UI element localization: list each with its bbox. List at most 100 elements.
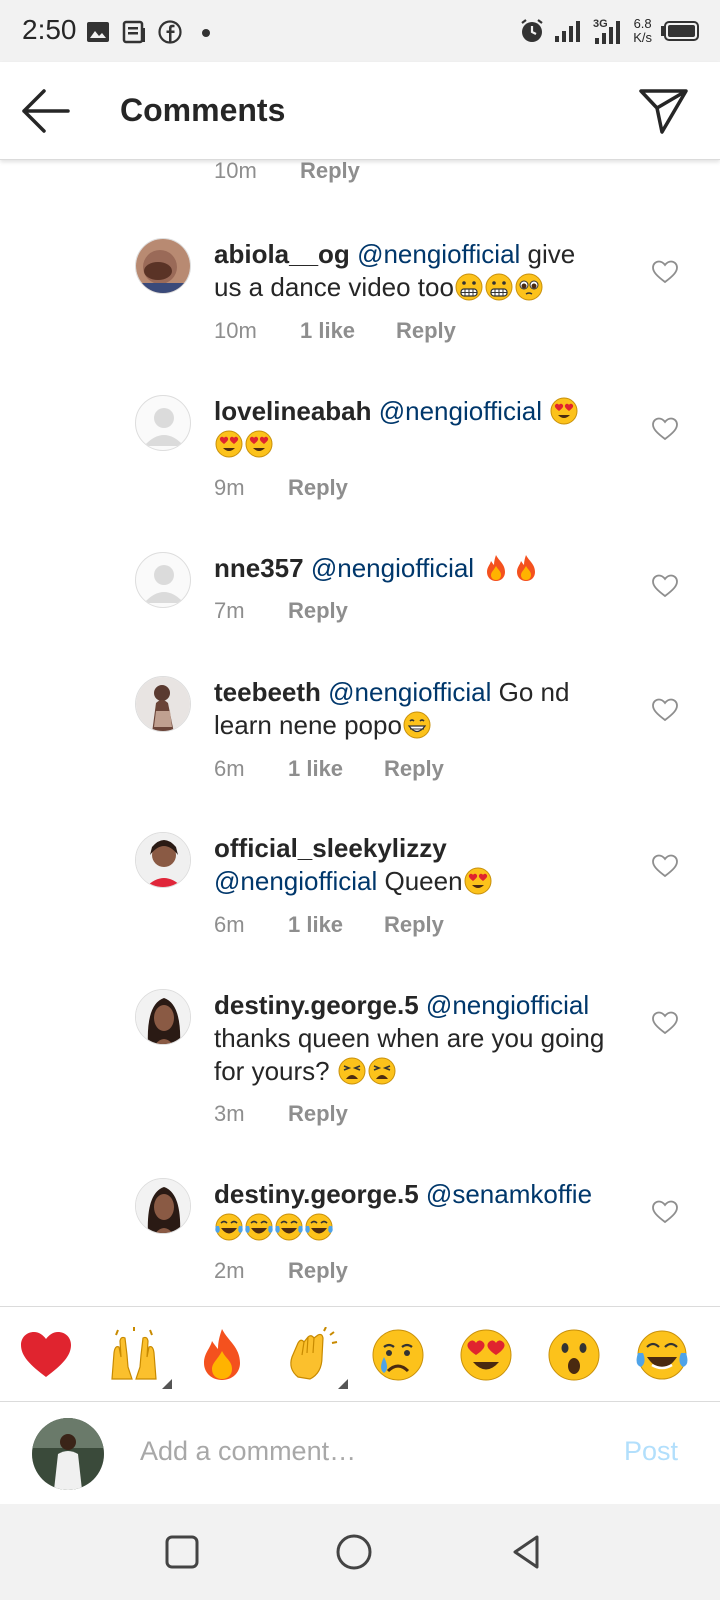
heart-eyes-face-icon [215,430,243,458]
reply-button[interactable]: Reply [288,598,348,624]
heart-outline-icon[interactable] [652,1200,678,1224]
comment-username[interactable]: official_sleekylizzy [214,833,447,863]
page-title: Comments [120,92,286,128]
comment-meta-partial: 10m Reply [214,160,360,184]
fire-icon[interactable] [194,1327,250,1383]
tears-of-joy-icon [245,1213,273,1241]
news-icon [122,20,145,44]
raised-hands-reaction[interactable] [106,1327,172,1389]
weary-face-icon [338,1057,366,1085]
svg-text:3G: 3G [593,18,608,30]
more-indicator [338,1379,348,1389]
system-icons: 3G 6.8 K/s [519,14,700,48]
avatar[interactable] [135,676,191,732]
comment-mention[interactable]: @nengiofficial [214,866,377,896]
avatar[interactable] [135,552,191,608]
reply-button[interactable]: Reply [300,160,360,184]
comment-time: 10m [214,318,257,343]
comment-mention[interactable]: @nengiofficial [426,990,589,1020]
heart-outline-icon[interactable] [652,1011,678,1035]
status-time: 2:50 [22,14,77,45]
heart-outline-icon[interactable] [652,417,678,441]
fire-icon [487,555,506,581]
comment-text: destiny.george.5 @senamkoffie [214,1178,609,1244]
weary-face-icon [368,1057,396,1085]
dot-icon [202,29,210,37]
comment-username[interactable]: teebeeth [214,677,321,707]
alarm-icon [521,19,543,42]
comment-time: 7m [214,598,245,623]
reply-button[interactable]: Reply [288,475,348,501]
comment-meta: 6m 1 like Reply [214,912,444,938]
clapping-hands-reaction[interactable] [282,1326,348,1389]
heart-eyes-face-icon [464,867,492,895]
likes-count[interactable]: 1 like [300,318,396,344]
tears-of-joy-icon[interactable] [634,1327,690,1383]
system-nav-bar [0,1504,720,1600]
battery-icon [661,21,699,41]
reply-button[interactable]: Reply [384,756,444,782]
comments-list[interactable]: 10m Reply abiola__og @nengiofficial give… [0,160,720,1306]
comment-username[interactable]: lovelineabah [214,396,372,426]
speed-value: 6.8 [633,16,652,31]
raised-hands-icon [111,1327,157,1380]
heart-eyes-face-icon [245,430,273,458]
grimacing-face-icon [485,273,513,301]
comment-username[interactable]: abiola__og [214,239,350,269]
comment-composer: Post [0,1402,720,1504]
heart-outline-icon[interactable] [652,854,678,878]
comment-username[interactable]: destiny.george.5 [214,990,419,1020]
avatar[interactable] [135,989,191,1045]
gallery-icon [87,22,109,42]
clapping-hands-icon [290,1326,338,1380]
comment-text: destiny.george.5 @nengiofficial thanks q… [214,989,609,1088]
more-indicator [162,1379,172,1389]
reply-button[interactable]: Reply [288,1101,348,1127]
post-button[interactable]: Post [624,1436,678,1467]
heart-outline-icon[interactable] [652,698,678,722]
astonished-face-icon[interactable] [546,1327,602,1383]
comment-body [474,553,481,583]
heart-eyes-face-icon[interactable] [458,1327,514,1383]
comment-mention[interactable]: @nengiofficial [357,239,520,269]
comment-username[interactable]: destiny.george.5 [214,1179,419,1209]
red-heart-icon[interactable] [18,1327,74,1383]
home-icon[interactable] [334,1532,374,1572]
reply-button[interactable]: Reply [396,318,456,344]
likes-count[interactable]: 1 like [288,912,384,938]
reply-button[interactable]: Reply [384,912,444,938]
fire-icon [517,555,536,581]
comment-mention[interactable]: @nengiofficial [379,396,542,426]
comment-text: official_sleekylizzy @nengiofficial Quee… [214,832,609,898]
comment-input[interactable] [140,1428,580,1474]
reply-button[interactable]: Reply [288,1258,348,1284]
direct-send-icon[interactable] [638,86,690,136]
comment-meta: 3m Reply [214,1101,348,1127]
comment-meta: 9m Reply [214,475,348,501]
grimacing-face-icon [455,273,483,301]
user-avatar[interactable] [32,1418,104,1490]
recent-apps-icon[interactable] [162,1532,202,1572]
crying-face-icon[interactable] [370,1327,426,1383]
comment-mention[interactable]: @senamkoffie [426,1179,592,1209]
avatar[interactable] [135,395,191,451]
avatar[interactable] [135,832,191,888]
comment-text: lovelineabah @nengiofficial [214,395,609,461]
comment-mention[interactable]: @nengiofficial [311,553,474,583]
comment-mention[interactable]: @nengiofficial [328,677,491,707]
heart-outline-icon[interactable] [652,260,678,284]
facebook-icon [158,20,182,44]
avatar[interactable] [135,1178,191,1234]
grinning-face-icon [403,711,431,739]
comment-body: Queen [377,866,463,896]
quick-reactions-bar [0,1306,720,1402]
avatar[interactable] [135,238,191,294]
comment-meta: 10m 1 like Reply [214,318,456,344]
back-nav-icon[interactable] [506,1532,546,1572]
app-header: Comments [0,62,720,160]
back-arrow-icon[interactable] [20,88,72,134]
heart-outline-icon[interactable] [652,574,678,598]
comment-username[interactable]: nne357 [214,553,304,583]
tears-of-joy-icon [305,1213,333,1241]
likes-count[interactable]: 1 like [288,756,384,782]
